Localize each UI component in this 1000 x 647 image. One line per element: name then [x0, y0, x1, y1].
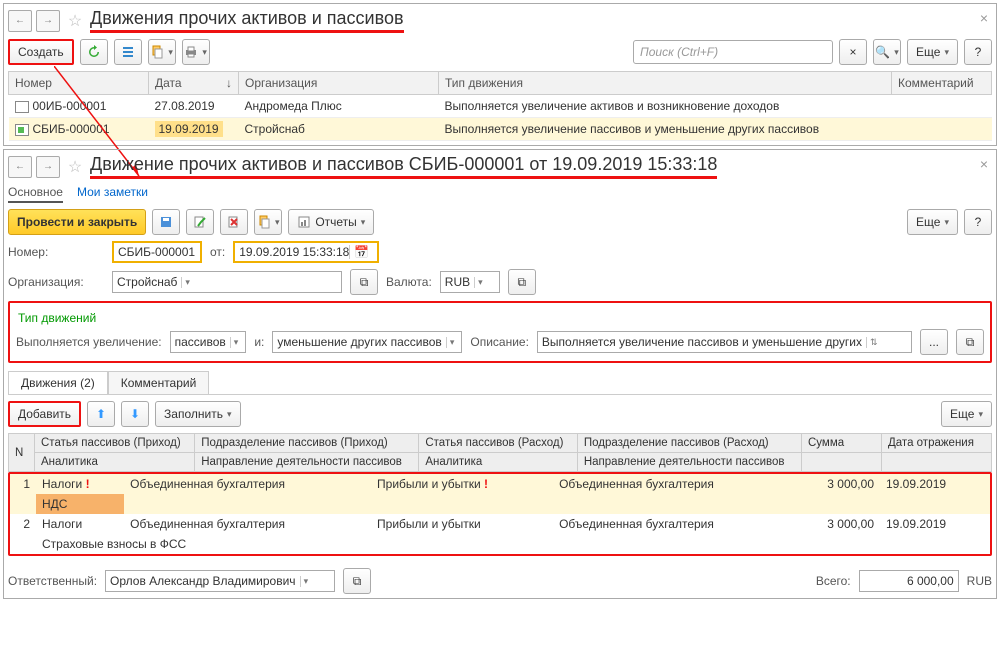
cur-open-button[interactable]: ⧉: [508, 269, 536, 295]
inc-label: Выполняется увеличение:: [16, 335, 162, 349]
total-value: 6 000,00: [859, 570, 959, 592]
calendar-icon: 📅: [349, 245, 373, 259]
help-button[interactable]: ?: [964, 39, 992, 65]
from-label: от:: [210, 245, 225, 259]
and-label: и:: [254, 335, 264, 349]
nav-back-button[interactable]: ←: [8, 156, 32, 178]
nav-fwd-button[interactable]: →: [36, 156, 60, 178]
table-row-selected[interactable]: СБИБ-000001 19.09.2019 Стройснаб Выполня…: [9, 118, 992, 141]
favorite-icon[interactable]: ☆: [64, 10, 86, 32]
favorite-icon[interactable]: ☆: [64, 156, 86, 178]
post-button[interactable]: [186, 209, 214, 235]
nav-notes[interactable]: Мои заметки: [77, 185, 148, 203]
post-close-button[interactable]: Провести и закрыть: [8, 209, 146, 235]
dec-field[interactable]: уменьшение других пассивов▾: [272, 331, 462, 353]
reports-button[interactable]: Отчеты: [288, 209, 374, 235]
fill-button[interactable]: Заполнить: [155, 401, 240, 427]
desc-open-button[interactable]: ⧉: [956, 329, 984, 355]
desc-label: Описание:: [470, 335, 529, 349]
help-button[interactable]: ?: [964, 209, 992, 235]
desc-field[interactable]: Выполняется увеличение пассивов и уменьш…: [537, 331, 912, 353]
org-label: Организация:: [8, 275, 104, 289]
list-icon-button[interactable]: [114, 39, 142, 65]
org-field[interactable]: Стройснаб▾: [112, 271, 342, 293]
desc-more-button[interactable]: ...: [920, 329, 948, 355]
close-icon[interactable]: ×: [980, 10, 988, 26]
tab-moves[interactable]: Движения (2): [8, 371, 108, 394]
nav-fwd-button[interactable]: →: [36, 10, 60, 32]
line-row-sub[interactable]: НДС: [10, 494, 990, 514]
col-org[interactable]: Организация: [239, 72, 439, 95]
doc-title: Движение прочих активов и пассивов СБИБ-…: [90, 154, 717, 179]
list-title: Движения прочих активов и пассивов: [90, 8, 404, 33]
print-button[interactable]: [182, 39, 210, 65]
inc-field[interactable]: пассивов▾: [170, 331, 247, 353]
total-label: Всего:: [816, 574, 851, 588]
line-row-sub[interactable]: Страховые взносы в ФСС: [10, 534, 990, 554]
unpost-button[interactable]: [220, 209, 248, 235]
org-open-button[interactable]: ⧉: [350, 269, 378, 295]
resp-label: Ответственный:: [8, 574, 97, 588]
move-down-button[interactable]: ⬇: [121, 401, 149, 427]
line-row[interactable]: 1 Налоги ! Объединенная бухгалтерия Приб…: [10, 474, 990, 494]
create-button[interactable]: Создать: [8, 39, 74, 65]
move-up-button[interactable]: ⬆: [87, 401, 115, 427]
more-button[interactable]: Еще: [907, 209, 958, 235]
add-row-button[interactable]: Добавить: [8, 401, 81, 427]
search-clear-button[interactable]: ×: [839, 39, 867, 65]
doc-panel: × ← → ☆ Движение прочих активов и пассив…: [3, 149, 997, 599]
cur-label: Валюта:: [386, 275, 432, 289]
search-input[interactable]: Поиск (Ctrl+F): [633, 40, 833, 64]
table-row[interactable]: 00ИБ-000001 27.08.2019 Андромеда Плюс Вы…: [9, 95, 992, 118]
lines-highlight: 1 Налоги ! Объединенная бухгалтерия Приб…: [8, 472, 992, 556]
more-button[interactable]: Еще: [907, 39, 958, 65]
nav-main[interactable]: Основное: [8, 185, 63, 203]
col-num[interactable]: Номер: [9, 72, 149, 95]
total-cur: RUB: [967, 574, 992, 588]
resp-field[interactable]: Орлов Александр Владимирович▾: [105, 570, 335, 592]
num-field[interactable]: СБИБ-000001: [112, 241, 202, 263]
resp-open-button[interactable]: ⧉: [343, 568, 371, 594]
col-comment[interactable]: Комментарий: [892, 72, 992, 95]
date-field[interactable]: 19.09.2019 15:33:18📅: [233, 241, 379, 263]
cur-field[interactable]: RUB▾: [440, 271, 500, 293]
col-date[interactable]: Дата ↓: [149, 72, 239, 95]
lines-table: N Статья пассивов (Приход) Подразделение…: [8, 433, 992, 472]
movement-type-head: Тип движений: [18, 311, 984, 325]
close-icon[interactable]: ×: [980, 156, 988, 172]
save-button[interactable]: [152, 209, 180, 235]
copy-button[interactable]: [254, 209, 282, 235]
more-button[interactable]: Еще: [941, 401, 992, 427]
list-panel: × ← → ☆ Движения прочих активов и пассив…: [3, 3, 997, 146]
copy-button[interactable]: [148, 39, 176, 65]
documents-table: Номер Дата ↓ Организация Тип движения Ко…: [8, 71, 992, 141]
num-label: Номер:: [8, 245, 104, 259]
movement-type-block: Тип движений Выполняется увеличение: пас…: [8, 301, 992, 363]
col-type[interactable]: Тип движения: [439, 72, 892, 95]
refresh-button[interactable]: [80, 39, 108, 65]
nav-back-button[interactable]: ←: [8, 10, 32, 32]
search-go-button[interactable]: 🔍: [873, 39, 901, 65]
warn-icon: !: [86, 477, 90, 491]
tab-comment[interactable]: Комментарий: [108, 371, 210, 394]
warn-icon: !: [484, 477, 488, 491]
line-row[interactable]: 2 Налоги Объединенная бухгалтерия Прибыл…: [10, 514, 990, 534]
